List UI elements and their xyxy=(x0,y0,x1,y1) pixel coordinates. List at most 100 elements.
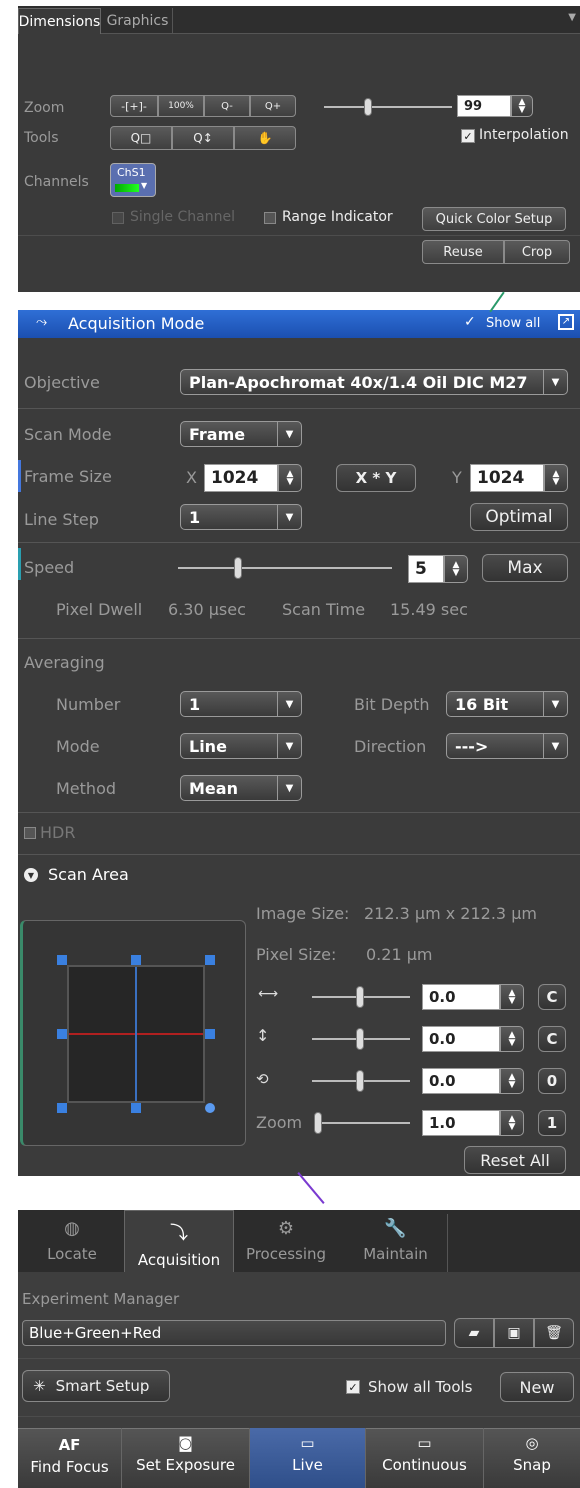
show-all-tools-checkbox[interactable]: ✓ xyxy=(346,1380,360,1394)
range-indicator-checkbox[interactable] xyxy=(264,212,276,224)
hdr-checkbox[interactable] xyxy=(24,827,36,839)
resize-handle[interactable] xyxy=(131,1103,141,1113)
direction-select[interactable]: ---> ▼ xyxy=(446,733,568,759)
snap-button[interactable]: ◎ Snap xyxy=(484,1428,580,1488)
pan-hand-icon[interactable]: ✋ xyxy=(234,126,296,150)
zoom-in-button[interactable]: Q+ xyxy=(250,95,296,117)
zoom-drag-tool-button[interactable]: Q↕ xyxy=(172,126,234,150)
frame-y-input[interactable]: 1024 xyxy=(470,464,544,492)
mode-select[interactable]: Line ▼ xyxy=(180,733,302,759)
scan-mode-select[interactable]: Frame ▼ xyxy=(180,421,302,447)
pixel-dwell-label: Pixel Dwell xyxy=(56,600,143,619)
optimal-button[interactable]: Optimal xyxy=(470,503,568,531)
rotation-spin[interactable]: ▲ ▼ xyxy=(500,1068,524,1094)
zoom-one-button[interactable]: 1 xyxy=(538,1110,566,1136)
resize-handle[interactable] xyxy=(57,955,67,965)
reset-all-button[interactable]: Reset All xyxy=(464,1146,566,1174)
speed-spin[interactable]: ▲ ▼ xyxy=(444,555,468,583)
offset-y-slider-knob[interactable] xyxy=(356,1028,364,1050)
resize-handle[interactable] xyxy=(57,1029,67,1039)
channel-color-swatch xyxy=(115,184,139,192)
zoom-tool-button[interactable]: Q□ xyxy=(110,126,172,150)
speed-value-input[interactable]: 5 xyxy=(408,555,444,583)
save-icon[interactable]: ▣ xyxy=(494,1318,534,1348)
single-channel-checkbox[interactable] xyxy=(112,212,124,224)
crop-button[interactable]: Crop xyxy=(504,240,570,264)
find-focus-button[interactable]: AF Find Focus xyxy=(18,1428,122,1488)
rotate-handle[interactable] xyxy=(205,1103,215,1113)
resize-handle[interactable] xyxy=(205,955,215,965)
quick-color-setup-button[interactable]: Quick Color Setup xyxy=(422,207,566,231)
x-label: X xyxy=(186,468,197,487)
zoom-slider-track[interactable] xyxy=(324,106,452,108)
show-all-toggle[interactable]: Show all xyxy=(486,316,540,331)
resize-handle[interactable] xyxy=(205,1029,215,1039)
scan-zoom-slider-knob[interactable] xyxy=(314,1112,322,1134)
fit-view-button[interactable]: -[+]- xyxy=(110,95,158,117)
zoom-spin-button[interactable]: ▲ ▼ xyxy=(511,95,533,117)
scan-field[interactable] xyxy=(67,965,205,1103)
line-step-label: Line Step xyxy=(24,510,99,529)
tab-acquisition-label: Acquisition xyxy=(137,1251,221,1269)
live-button[interactable]: ▭ Live xyxy=(250,1428,366,1488)
collapse-circle-icon[interactable]: ▼ xyxy=(24,868,38,882)
frame-size-label: Frame Size xyxy=(24,467,112,486)
resize-handle[interactable] xyxy=(131,955,141,965)
frame-y-spin[interactable]: ▲ ▼ xyxy=(544,464,568,492)
offset-x-spin[interactable]: ▲ ▼ xyxy=(500,984,524,1010)
zoom-100-button[interactable]: 100% xyxy=(158,95,204,117)
number-value: 1 xyxy=(189,694,201,714)
experiment-input[interactable]: Blue+Green+Red xyxy=(22,1320,446,1346)
zoom-out-button[interactable]: Q- xyxy=(204,95,250,117)
line-step-select[interactable]: 1 ▼ xyxy=(180,504,302,530)
set-exposure-button[interactable]: ◙ Set Exposure xyxy=(122,1428,250,1488)
reset-rotation-button[interactable]: 0 xyxy=(538,1068,566,1094)
wrench-icon: 🔧 xyxy=(384,1218,407,1239)
rotation-input[interactable]: 0.0 xyxy=(422,1068,500,1094)
folder-open-icon[interactable]: ▰ xyxy=(454,1318,494,1348)
number-select[interactable]: 1 ▼ xyxy=(180,691,302,717)
tab-locate[interactable]: ◍ Locate xyxy=(22,1214,122,1272)
reuse-button[interactable]: Reuse xyxy=(422,240,504,264)
tab-maintain[interactable]: 🔧 Maintain xyxy=(344,1214,448,1272)
channel-button-chs1[interactable]: ChS1 ▼ xyxy=(110,163,156,197)
new-button[interactable]: New xyxy=(500,1372,574,1402)
speed-slider-knob[interactable] xyxy=(234,557,242,579)
speed-slider-track[interactable] xyxy=(178,567,392,569)
resize-handle[interactable] xyxy=(57,1103,67,1113)
zoom-value-input[interactable]: 99 xyxy=(457,95,511,117)
tab-dimensions[interactable]: Dimensions xyxy=(18,8,101,34)
offset-x-slider-knob[interactable] xyxy=(356,986,364,1008)
experiment-manager-label: Experiment Manager xyxy=(22,1290,180,1308)
scan-zoom-input[interactable]: 1.0 xyxy=(422,1110,500,1136)
divider xyxy=(18,542,580,543)
chevron-down-icon: ▼ xyxy=(277,734,301,758)
zoom-slider-knob[interactable] xyxy=(364,98,372,116)
tab-processing[interactable]: ⚙ Processing xyxy=(236,1214,336,1272)
offset-x-input[interactable]: 0.0 xyxy=(422,984,500,1010)
panel-header[interactable]: ⤳ Acquisition Mode ✓ Show all ↗ xyxy=(18,310,580,338)
offset-y-input[interactable]: 0.0 xyxy=(422,1026,500,1052)
trash-icon[interactable]: 🗑 xyxy=(534,1318,574,1348)
max-button[interactable]: Max xyxy=(482,554,568,582)
bit-depth-select[interactable]: 16 Bit ▼ xyxy=(446,691,568,717)
center-x-button[interactable]: C xyxy=(538,984,566,1010)
undock-icon[interactable]: ↗ xyxy=(558,314,574,330)
smart-setup-button[interactable]: ✳ Smart Setup xyxy=(22,1370,170,1402)
tab-acquisition[interactable]: ⤵ Acquisition xyxy=(124,1210,234,1272)
center-y-button[interactable]: C xyxy=(538,1026,566,1052)
chevron-down-icon[interactable]: ▼ xyxy=(568,12,576,23)
scan-area-preview[interactable] xyxy=(20,920,246,1146)
offset-y-spin[interactable]: ▲ ▼ xyxy=(500,1026,524,1052)
frame-x-input[interactable]: 1024 xyxy=(204,464,278,492)
frame-x-spin[interactable]: ▲ ▼ xyxy=(278,464,302,492)
scan-zoom-spin[interactable]: ▲ ▼ xyxy=(500,1110,524,1136)
tab-graphics[interactable]: Graphics xyxy=(103,8,173,34)
interpolation-checkbox[interactable]: ✓ xyxy=(461,129,475,143)
xy-button[interactable]: X * Y xyxy=(336,464,416,492)
rotation-slider-knob[interactable] xyxy=(356,1070,364,1092)
method-select[interactable]: Mean ▼ xyxy=(180,775,302,801)
continuous-button[interactable]: ▭ Continuous xyxy=(366,1428,484,1488)
scan-zoom-slider-track[interactable] xyxy=(314,1122,410,1124)
objective-select[interactable]: Plan-Apochromat 40x/1.4 Oil DIC M27 ▼ xyxy=(180,369,568,395)
